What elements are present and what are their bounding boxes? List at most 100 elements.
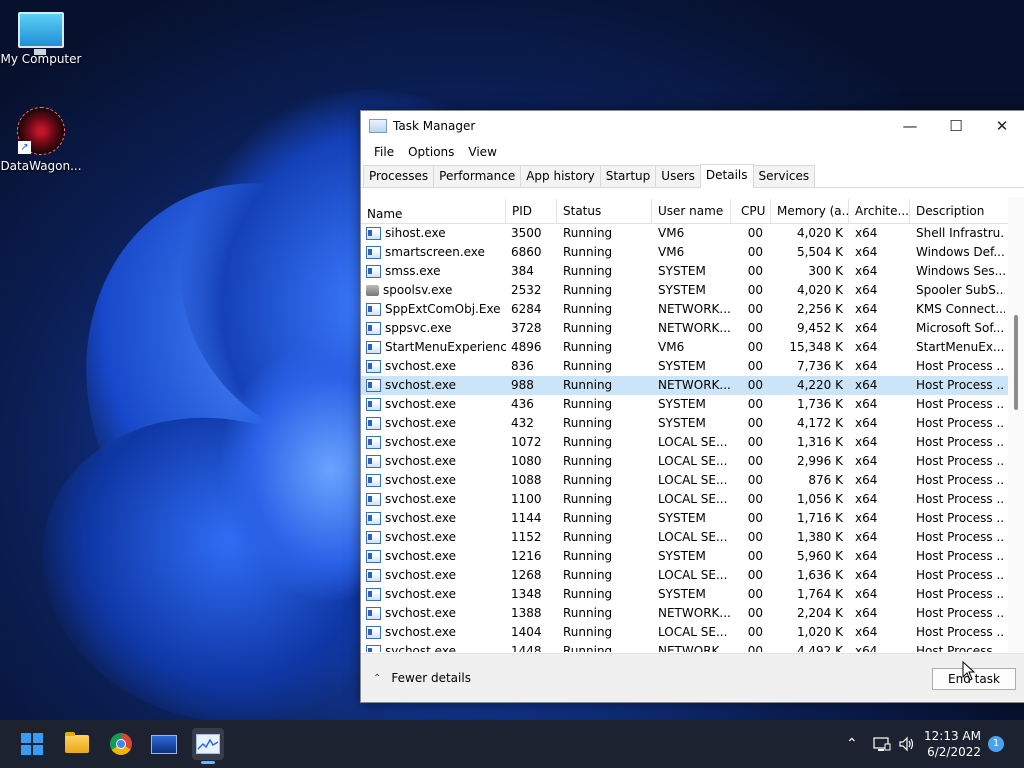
tab-performance[interactable]: Performance xyxy=(433,165,522,187)
column-header-cpu[interactable]: CPU xyxy=(731,199,771,223)
taskbar-chrome[interactable] xyxy=(105,728,137,760)
cell-description: Windows Ses... xyxy=(916,264,1005,278)
table-row[interactable]: svchost.exe 1268 Running LOCAL SE... 00 1,636… xyxy=(361,566,1024,585)
tab-startup[interactable]: Startup xyxy=(599,165,657,187)
column-header-status[interactable]: Status xyxy=(557,199,652,223)
cell-user: SYSTEM xyxy=(658,264,706,278)
datawagon-logo-icon: ↗ xyxy=(17,107,65,155)
taskbar-task-manager[interactable] xyxy=(192,728,224,764)
cell-user: VM6 xyxy=(658,340,685,354)
table-row[interactable]: sihost.exe 3500 Running VM6 00 4,020 K x64 Shel… xyxy=(361,224,1024,243)
table-row[interactable]: svchost.exe 1144 Running SYSTEM 00 1,716 K x64… xyxy=(361,509,1024,528)
process-icon xyxy=(366,322,381,335)
cell-name: smartscreen.exe xyxy=(361,243,506,262)
table-row[interactable]: svchost.exe 836 Running SYSTEM 00 7,736 K x64 H… xyxy=(361,357,1024,376)
cell-status: Running xyxy=(563,245,613,259)
menu-options[interactable]: Options xyxy=(401,145,461,159)
table-row[interactable]: svchost.exe 1216 Running SYSTEM 00 5,960 K x64… xyxy=(361,547,1024,566)
cell-architecture: x64 xyxy=(855,340,878,354)
table-row[interactable]: svchost.exe 1388 Running NETWORK... 00 2,204 … xyxy=(361,604,1024,623)
cell-memory: 1,764 K xyxy=(796,587,843,601)
start-button[interactable] xyxy=(16,728,48,760)
clock[interactable]: 12:13 AM 6/2/2022 xyxy=(924,728,981,760)
table-row[interactable]: svchost.exe 1348 Running SYSTEM 00 1,764 K x64… xyxy=(361,585,1024,604)
cell-cpu: 00 xyxy=(747,473,763,487)
cell-description: Host Process ... xyxy=(916,606,1005,620)
cell-user: VM6 xyxy=(658,226,685,240)
cell-pid: 1088 xyxy=(511,473,542,487)
cell-pid: 836 xyxy=(511,359,534,373)
cell-user: NETWORK... xyxy=(658,644,731,652)
process-icon xyxy=(366,341,381,354)
tab-users[interactable]: Users xyxy=(655,165,701,187)
table-row[interactable]: svchost.exe 432 Running SYSTEM 00 4,172 K x64 H… xyxy=(361,414,1024,433)
minimize-button[interactable]: — xyxy=(887,111,933,141)
cell-user: NETWORK... xyxy=(658,606,731,620)
table-row[interactable]: svchost.exe 988 Running NETWORK... 00 4,220 K… xyxy=(361,376,1024,395)
cell-architecture: x64 xyxy=(855,644,878,652)
taskbar-remote-desktop[interactable] xyxy=(148,728,180,760)
table-row[interactable]: smss.exe 384 Running SYSTEM 00 300 K x64 Window… xyxy=(361,262,1024,281)
close-button[interactable]: ✕ xyxy=(979,111,1024,141)
vertical-scrollbar[interactable] xyxy=(1008,197,1024,652)
process-icon xyxy=(366,455,381,468)
cell-status: Running xyxy=(563,226,613,240)
cell-description: Host Process ... xyxy=(916,359,1005,373)
table-row[interactable]: SppExtComObj.Exe 6284 Running NETWORK... 00 2… xyxy=(361,300,1024,319)
table-row[interactable]: svchost.exe 1404 Running LOCAL SE... 00 1,020… xyxy=(361,623,1024,642)
tab-processes[interactable]: Processes xyxy=(363,165,435,187)
table-row[interactable]: sppsvc.exe 3728 Running NETWORK... 00 9,452 K… xyxy=(361,319,1024,338)
column-header-description[interactable]: Description xyxy=(910,199,1005,223)
cell-architecture: x64 xyxy=(855,568,878,582)
scrollbar-thumb[interactable] xyxy=(1014,315,1018,410)
menu-file[interactable]: File xyxy=(367,145,401,159)
table-row[interactable]: svchost.exe 1088 Running LOCAL SE... 00 876 K… xyxy=(361,471,1024,490)
cell-cpu: 00 xyxy=(747,549,763,563)
table-row[interactable]: svchost.exe 1080 Running LOCAL SE... 00 2,996… xyxy=(361,452,1024,471)
cell-memory: 876 K xyxy=(808,473,843,487)
cell-user: SYSTEM xyxy=(658,283,706,297)
tab-services[interactable]: Services xyxy=(752,165,816,187)
table-row[interactable]: spoolsv.exe 2532 Running SYSTEM 00 4,020 K x64… xyxy=(361,281,1024,300)
column-header-user[interactable]: User name xyxy=(652,199,731,223)
desktop-icon-my-computer[interactable]: My Computer xyxy=(0,12,82,66)
cell-pid: 988 xyxy=(511,378,534,392)
cell-architecture: x64 xyxy=(855,530,878,544)
table-body: sihost.exe 3500 Running VM6 00 4,020 K x64 Shel… xyxy=(361,224,1024,652)
desktop-icon-datawagon[interactable]: ↗ DataWagon... xyxy=(0,107,82,173)
cell-architecture: x64 xyxy=(855,416,878,430)
volume-icon[interactable] xyxy=(898,720,916,768)
menu-view[interactable]: View xyxy=(461,145,503,159)
cell-pid: 6860 xyxy=(511,245,542,259)
cell-name: svchost.exe xyxy=(361,395,506,414)
maximize-button[interactable]: ☐ xyxy=(933,111,979,141)
tray-overflow-chevron-icon[interactable]: ⌃ xyxy=(846,720,858,768)
cell-status: Running xyxy=(563,530,613,544)
table-row[interactable]: smartscreen.exe 6860 Running VM6 00 5,504 K x6… xyxy=(361,243,1024,262)
cell-memory: 1,316 K xyxy=(796,435,843,449)
table-row[interactable]: svchost.exe 1072 Running LOCAL SE... 00 1,316… xyxy=(361,433,1024,452)
cell-user: SYSTEM xyxy=(658,511,706,525)
tab-app-history[interactable]: App history xyxy=(520,165,601,187)
tab-details[interactable]: Details xyxy=(699,164,754,188)
cell-description: Host Process ... xyxy=(916,511,1005,525)
column-header-pid[interactable]: PID xyxy=(506,199,557,223)
title-bar[interactable]: Task Manager — ☐ ✕ xyxy=(361,111,1024,141)
network-icon[interactable] xyxy=(873,720,891,768)
column-header-memory[interactable]: Memory (a... xyxy=(771,199,849,223)
cell-cpu: 00 xyxy=(747,530,763,544)
table-row[interactable]: svchost.exe 1100 Running LOCAL SE... 00 1,056… xyxy=(361,490,1024,509)
notification-badge[interactable]: 1 xyxy=(988,736,1004,752)
cell-status: Running xyxy=(563,359,613,373)
cell-pid: 3500 xyxy=(511,226,542,240)
taskbar-file-explorer[interactable] xyxy=(61,728,93,760)
table-row[interactable]: svchost.exe 1152 Running LOCAL SE... 00 1,380… xyxy=(361,528,1024,547)
process-icon xyxy=(366,227,381,240)
table-row[interactable]: StartMenuExperienc... 4896 Running VM6 00 15,… xyxy=(361,338,1024,357)
column-header-architecture[interactable]: Archite... xyxy=(849,199,910,223)
table-row[interactable]: svchost.exe 1448 Running NETWORK... 00 4,492 … xyxy=(361,642,1024,652)
table-row[interactable]: svchost.exe 436 Running SYSTEM 00 1,736 K x64 H… xyxy=(361,395,1024,414)
column-header-name[interactable]: Name ^ xyxy=(361,199,506,223)
cell-user: SYSTEM xyxy=(658,416,706,430)
fewer-details-button[interactable]: ⌃ Fewer details xyxy=(373,671,471,685)
